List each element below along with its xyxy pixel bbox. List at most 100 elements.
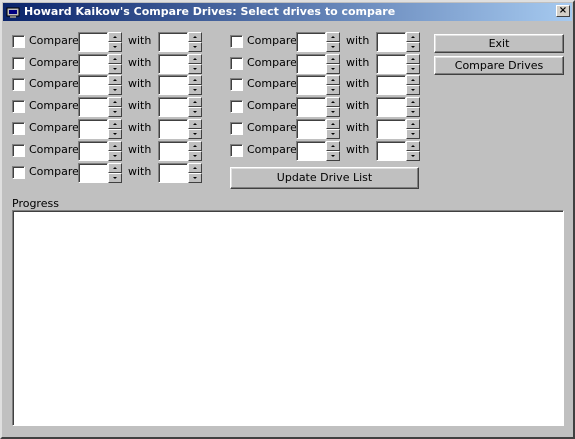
drive-b-field[interactable] xyxy=(158,163,188,183)
drive-a-field[interactable] xyxy=(78,75,108,95)
compare-checkbox[interactable] xyxy=(12,35,25,48)
drive-a-field[interactable] xyxy=(78,119,108,139)
drive-a-spinner[interactable] xyxy=(296,97,341,117)
drive-b-spinner[interactable] xyxy=(158,54,203,74)
drive-b-spinner[interactable] xyxy=(158,97,203,117)
drive-b-spinner[interactable] xyxy=(376,32,421,52)
drive-b-field[interactable] xyxy=(158,97,188,117)
spin-up-button[interactable] xyxy=(188,141,202,151)
drive-a-spinner[interactable] xyxy=(296,141,341,161)
compare-checkbox[interactable] xyxy=(230,78,243,91)
drive-a-spinner[interactable] xyxy=(78,54,123,74)
update-drive-list-button[interactable]: Update Drive List xyxy=(230,167,419,189)
spin-down-button[interactable] xyxy=(108,151,122,161)
drive-a-spinner[interactable] xyxy=(78,32,123,52)
drive-a-spinner[interactable] xyxy=(78,75,123,95)
progress-textbox[interactable] xyxy=(12,210,564,426)
spin-down-button[interactable] xyxy=(326,64,340,74)
drive-a-spinner[interactable] xyxy=(78,97,123,117)
drive-a-field[interactable] xyxy=(296,141,326,161)
drive-a-field[interactable] xyxy=(296,75,326,95)
close-button[interactable]: × xyxy=(556,5,570,17)
spin-up-button[interactable] xyxy=(326,141,340,151)
spin-down-button[interactable] xyxy=(326,107,340,117)
drive-a-spinner[interactable] xyxy=(296,75,341,95)
compare-checkbox[interactable] xyxy=(230,57,243,70)
drive-b-field[interactable] xyxy=(158,119,188,139)
drive-a-field[interactable] xyxy=(78,141,108,161)
compare-checkbox[interactable] xyxy=(12,78,25,91)
drive-a-spinner[interactable] xyxy=(78,141,123,161)
drive-b-field[interactable] xyxy=(376,141,406,161)
spin-down-button[interactable] xyxy=(406,129,420,139)
spin-down-button[interactable] xyxy=(188,42,202,52)
title-bar[interactable]: Howard Kaikow's Compare Drives: Select d… xyxy=(3,3,572,21)
compare-checkbox[interactable] xyxy=(230,144,243,157)
drive-b-spinner[interactable] xyxy=(158,75,203,95)
spin-down-button[interactable] xyxy=(326,85,340,95)
spin-up-button[interactable] xyxy=(326,119,340,129)
spin-up-button[interactable] xyxy=(326,54,340,64)
spin-down-button[interactable] xyxy=(108,85,122,95)
spin-down-button[interactable] xyxy=(326,42,340,52)
spin-up-button[interactable] xyxy=(108,75,122,85)
drive-b-field[interactable] xyxy=(376,119,406,139)
drive-a-spinner[interactable] xyxy=(296,119,341,139)
drive-b-field[interactable] xyxy=(376,54,406,74)
drive-b-spinner[interactable] xyxy=(376,141,421,161)
spin-up-button[interactable] xyxy=(188,32,202,42)
spin-up-button[interactable] xyxy=(188,163,202,173)
drive-b-spinner[interactable] xyxy=(158,163,203,183)
drive-b-field[interactable] xyxy=(158,75,188,95)
spin-up-button[interactable] xyxy=(108,54,122,64)
spin-down-button[interactable] xyxy=(108,129,122,139)
spin-up-button[interactable] xyxy=(406,32,420,42)
compare-checkbox[interactable] xyxy=(12,122,25,135)
compare-checkbox[interactable] xyxy=(230,100,243,113)
spin-up-button[interactable] xyxy=(406,119,420,129)
spin-down-button[interactable] xyxy=(188,151,202,161)
drive-a-spinner[interactable] xyxy=(78,119,123,139)
drive-b-field[interactable] xyxy=(376,97,406,117)
spin-up-button[interactable] xyxy=(406,97,420,107)
spin-up-button[interactable] xyxy=(108,163,122,173)
drive-b-field[interactable] xyxy=(376,75,406,95)
spin-up-button[interactable] xyxy=(326,97,340,107)
spin-down-button[interactable] xyxy=(326,129,340,139)
drive-a-field[interactable] xyxy=(296,54,326,74)
spin-down-button[interactable] xyxy=(108,64,122,74)
spin-up-button[interactable] xyxy=(406,54,420,64)
spin-down-button[interactable] xyxy=(188,107,202,117)
drive-b-spinner[interactable] xyxy=(376,75,421,95)
spin-down-button[interactable] xyxy=(188,173,202,183)
drive-b-spinner[interactable] xyxy=(158,32,203,52)
drive-b-field[interactable] xyxy=(158,54,188,74)
spin-down-button[interactable] xyxy=(188,85,202,95)
spin-up-button[interactable] xyxy=(188,75,202,85)
drive-b-field[interactable] xyxy=(376,32,406,52)
drive-b-field[interactable] xyxy=(158,32,188,52)
spin-down-button[interactable] xyxy=(108,107,122,117)
exit-button[interactable]: Exit xyxy=(434,34,564,53)
spin-up-button[interactable] xyxy=(108,141,122,151)
drive-a-field[interactable] xyxy=(78,97,108,117)
spin-up-button[interactable] xyxy=(108,119,122,129)
spin-up-button[interactable] xyxy=(406,75,420,85)
spin-down-button[interactable] xyxy=(108,173,122,183)
spin-down-button[interactable] xyxy=(406,107,420,117)
drive-a-spinner[interactable] xyxy=(296,54,341,74)
drive-a-field[interactable] xyxy=(78,163,108,183)
drive-a-field[interactable] xyxy=(296,119,326,139)
drive-a-field[interactable] xyxy=(296,32,326,52)
spin-down-button[interactable] xyxy=(188,64,202,74)
drive-b-spinner[interactable] xyxy=(376,54,421,74)
compare-drives-button[interactable]: Compare Drives xyxy=(434,56,564,75)
spin-up-button[interactable] xyxy=(326,75,340,85)
compare-checkbox[interactable] xyxy=(12,57,25,70)
spin-down-button[interactable] xyxy=(406,151,420,161)
spin-up-button[interactable] xyxy=(326,32,340,42)
compare-checkbox[interactable] xyxy=(230,35,243,48)
compare-checkbox[interactable] xyxy=(12,166,25,179)
compare-checkbox[interactable] xyxy=(230,122,243,135)
spin-up-button[interactable] xyxy=(406,141,420,151)
